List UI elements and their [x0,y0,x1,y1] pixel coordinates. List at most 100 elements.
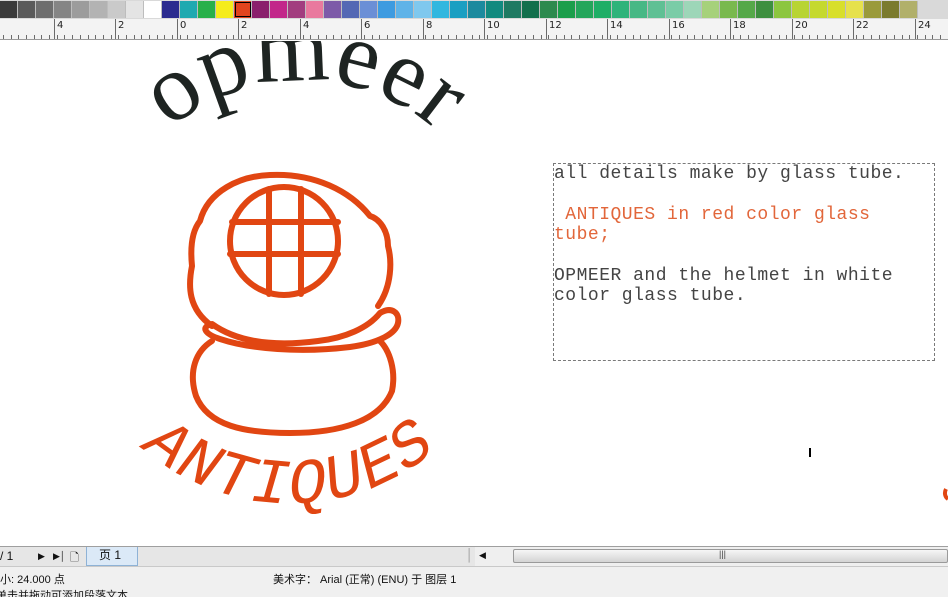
ruler-tick [717,35,719,39]
color-swatch[interactable] [324,1,342,18]
color-swatch[interactable] [666,1,684,18]
ruler-label: 4 [57,20,64,31]
ruler-tick [364,35,365,39]
color-swatch[interactable] [684,1,702,18]
color-swatch[interactable] [360,1,378,18]
color-swatch[interactable] [198,1,216,18]
color-swatch[interactable] [882,1,900,18]
color-swatch[interactable] [72,1,90,18]
ruler-tick [56,35,58,39]
color-swatch[interactable] [504,1,522,18]
ruler-tick [202,35,204,39]
color-swatch[interactable] [36,1,54,18]
ruler-major-tick [115,19,116,39]
color-swatch[interactable] [432,1,450,18]
color-swatch[interactable] [720,1,738,18]
color-swatch[interactable] [630,1,648,18]
color-swatch[interactable] [342,1,360,18]
object-size-text: 小: 24.000 点 [0,574,65,586]
color-swatch[interactable] [576,1,594,18]
color-swatch[interactable] [702,1,720,18]
ruler-tick [463,35,465,39]
ruler-tick [18,35,20,39]
ruler-major-tick [177,19,178,39]
helmet-collar [202,307,402,353]
page-tab-1[interactable]: 页 1 [86,547,138,566]
ruler-tick [632,35,634,39]
ruler-label: 22 [856,20,869,31]
color-swatch[interactable] [18,1,36,18]
ruler-tick [264,35,266,39]
color-swatch[interactable] [306,1,324,18]
color-swatch[interactable] [180,1,198,18]
color-swatch[interactable] [126,1,144,18]
ruler-tick [525,35,527,39]
ruler-tick [187,35,189,39]
ruler-tick [317,35,319,39]
color-swatch[interactable] [774,1,792,18]
color-swatch[interactable] [648,1,666,18]
ruler-tick [79,35,81,39]
color-swatch[interactable] [396,1,414,18]
ruler-tick [847,35,849,39]
ruler-tick [724,35,726,39]
color-swatch[interactable] [900,1,918,18]
color-swatch[interactable] [594,1,612,18]
color-swatch[interactable] [486,1,504,18]
color-swatch[interactable] [216,1,234,18]
paragraph-text-frame[interactable]: all details make by glass tube. ANTIQUES… [553,163,935,361]
color-swatch[interactable] [288,1,306,18]
antiques-arc-text[interactable]: ANTIQUES [126,404,450,524]
ruler-major-tick [853,19,854,39]
ruler-label: 12 [549,20,562,31]
ruler-tick [241,35,243,39]
color-swatch[interactable] [90,1,108,18]
color-swatch[interactable] [378,1,396,18]
ruler-tick [271,35,273,39]
color-swatch[interactable] [810,1,828,18]
ruler-tick [801,35,803,39]
color-palette[interactable] [0,0,948,19]
drawing-canvas[interactable]: opmeer ANTIQUES all details make by glas… [0,41,948,546]
last-page-arrow-icon[interactable]: ▶│ [53,551,66,562]
color-swatch[interactable] [54,1,72,18]
color-swatch[interactable] [522,1,540,18]
color-swatch[interactable] [792,1,810,18]
ruler-major-tick [669,19,670,39]
color-swatch[interactable] [234,1,252,18]
scroll-left-icon[interactable]: ◀ [479,550,486,561]
ruler-major-tick [546,19,547,39]
color-swatch[interactable] [450,1,468,18]
ruler-tick [709,35,711,39]
color-swatch[interactable] [756,1,774,18]
ruler-tick [748,35,749,39]
color-swatch[interactable] [144,1,162,18]
scrollbar-thumb[interactable]: ||| [513,549,948,563]
ruler-tick [10,35,12,39]
color-swatch[interactable] [846,1,864,18]
diving-helmet-icon[interactable] [187,171,402,436]
color-swatch[interactable] [0,1,18,18]
color-swatch[interactable] [558,1,576,18]
ruler-major-tick [792,19,793,39]
color-swatch[interactable] [612,1,630,18]
ruler-tick [832,35,834,39]
ruler-tick [356,35,358,39]
color-swatch[interactable] [162,1,180,18]
color-swatch[interactable] [828,1,846,18]
color-swatch[interactable] [270,1,288,18]
ruler-label: 16 [672,20,685,31]
color-swatch[interactable] [108,1,126,18]
next-page-arrow-icon[interactable]: ▶ [38,551,45,562]
ruler-tick [579,35,580,39]
color-swatch[interactable] [468,1,486,18]
color-swatch[interactable] [252,1,270,18]
ruler-tick [617,35,619,39]
color-swatch[interactable] [414,1,432,18]
horizontal-scrollbar[interactable]: ◀ ||| [475,547,948,566]
color-swatch[interactable] [738,1,756,18]
color-swatch[interactable] [540,1,558,18]
color-swatch[interactable] [864,1,882,18]
ruler-tick [325,35,327,39]
opmeer-arc-text[interactable]: opmeer [121,41,491,149]
